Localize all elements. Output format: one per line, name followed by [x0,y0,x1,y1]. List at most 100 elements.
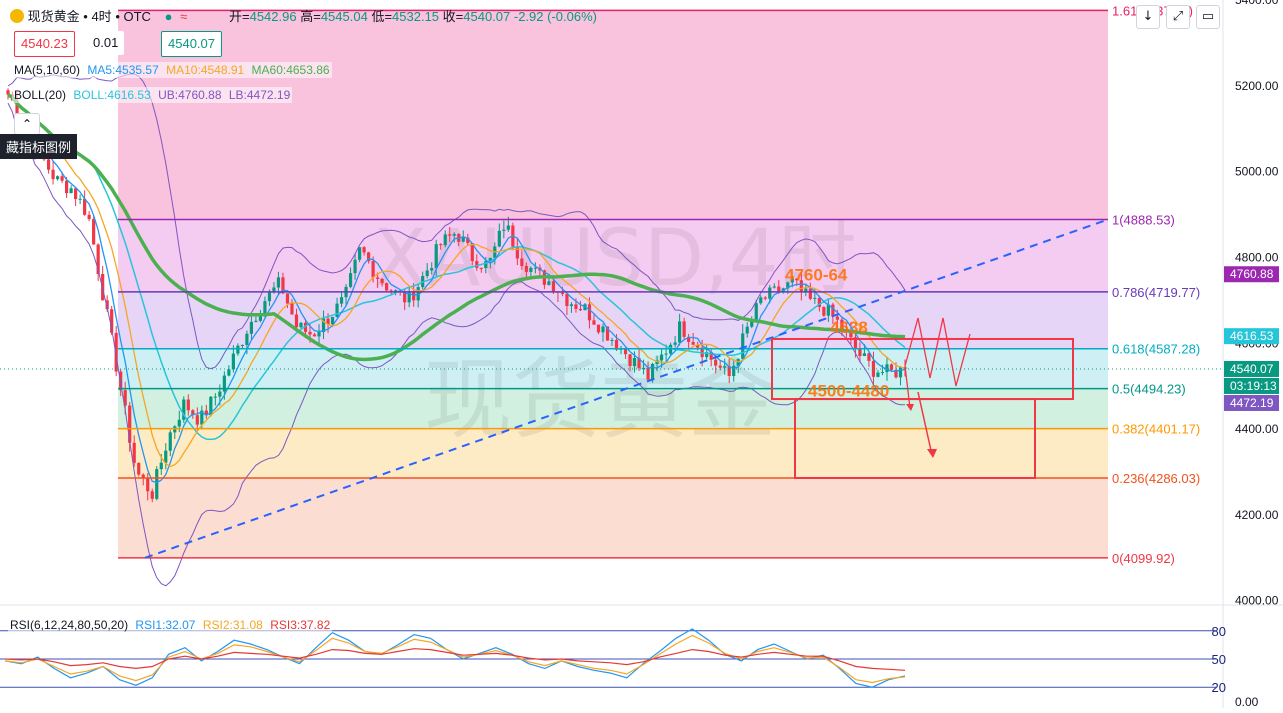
rsi-label: RSI(6,12,24,80,50,20) [10,618,129,632]
candle-body [714,359,718,366]
symbol-name[interactable]: 现货黄金 [28,9,80,24]
candle-body [348,273,353,287]
candle-body [231,353,235,370]
candle-body [285,293,290,304]
fib-band [118,477,1108,558]
data-source: OTC [123,9,151,24]
candle-body [272,287,276,292]
candle-body [592,320,596,325]
change-value: -2.92 (-0.06%) [513,9,597,24]
price-tag-label: 03:19:13 [1230,379,1277,393]
candle [182,396,186,423]
candle-body [448,234,452,236]
ma5-value: MA5:4535.57 [87,63,159,77]
candle-body [317,332,321,337]
candle-body [862,353,867,356]
price-tag-label: 4760.88 [1230,267,1274,281]
ma-label: MA(5,10,60) [14,63,81,77]
candle-body [245,333,249,345]
candle-body [276,277,281,288]
price-tick-label: 5000.00 [1235,165,1279,179]
candle-body [186,399,190,411]
fib-band [118,10,1108,220]
alert-icon[interactable]: ≈ [180,9,187,24]
candle-body [362,247,366,253]
candle-body [78,198,82,200]
candle-body [691,341,695,345]
eye-icon[interactable]: ● [165,9,173,24]
spread-value: 0.01 [87,31,125,55]
candle-body [299,322,303,328]
high-value: 4545.04 [320,9,368,24]
arrow-down-icon[interactable]: ↓ [1136,5,1160,29]
rsi-pane: 80 50 20 0.00 [0,624,1259,709]
candle [78,194,82,205]
interval[interactable]: 4时 [91,9,111,24]
candle-body [434,244,438,269]
candle-body [168,432,172,451]
gold-icon [10,9,24,23]
candle-body [678,321,682,343]
watermark-name: 现货黄金 [424,348,776,451]
ma60-value: MA60:4653.86 [251,63,330,77]
screenshot-icon[interactable]: ▭ [1196,5,1220,29]
low-value: 4532.15 [392,9,440,24]
candle-body [551,281,556,292]
candle-body [64,180,69,194]
candle [87,211,91,222]
candle-body [164,450,168,463]
separator: • [115,9,120,24]
candle-body [443,234,447,246]
expand-icon[interactable]: ⤢ [1166,5,1190,29]
candle [51,161,55,185]
candle-body [137,463,141,475]
candle-body [51,169,55,180]
price-tick-label: 4200.00 [1235,508,1279,522]
candle-body [60,176,64,181]
candle-body [804,288,808,292]
candle-body [754,303,758,320]
candle-body [132,442,136,464]
candle-body [357,247,362,260]
fib-label: 1(4888.53) [1112,212,1175,227]
candle [385,282,389,292]
candle-body [502,229,506,231]
candle-body [240,344,244,346]
candle-body [353,259,357,274]
fib-label: 0(4099.92) [1112,551,1175,566]
candle-body [385,283,389,291]
candle-body [587,304,592,321]
candle-body [263,301,267,315]
rsi-legend[interactable]: RSI(6,12,24,80,50,20) RSI1:32.07 RSI2:31… [8,617,333,633]
candle-body [249,321,254,334]
candle-body [772,286,776,288]
chart-canvas[interactable]: XAUUSD,4时现货黄金 4000.004200.004400.004600.… [0,0,1283,709]
candle-body [768,287,772,299]
rsi3-value: RSI3:37.82 [270,618,331,632]
candle-body [596,324,601,333]
separator: • [83,9,88,24]
rsi-level-label: 80 [1212,624,1226,639]
rsi-level-label: 50 [1212,652,1226,667]
boll-legend[interactable]: BOLL(20) BOLL:4616.53 UB:4760.88 LB:4472… [12,87,293,103]
price-tick-label: 4000.00 [1235,594,1279,608]
price-tick-label: 4800.00 [1235,250,1279,264]
candle-body [475,261,479,268]
rsi-axis-label: 0.00 [1235,695,1259,708]
buy-button[interactable]: 4540.07 [161,31,222,57]
ma-legend[interactable]: MA(5,10,60) MA5:4535.57 MA10:4548.91 MA6… [12,62,332,78]
candle-body [236,345,240,354]
close-value: 4540.07 [463,9,511,24]
candle-body [682,321,686,337]
candle-body [227,369,231,376]
candle-body [177,419,181,427]
collapse-legend-button[interactable]: ⌃ [14,113,40,135]
fib-label: 0.382(4401.17) [1112,422,1200,437]
candle-body [173,426,177,433]
chart-area[interactable]: XAUUSD,4时现货黄金 4000.004200.004400.004600.… [0,0,1283,709]
fib-label: 0.5(4494.23) [1112,382,1186,397]
candle-body [425,270,429,276]
sell-button[interactable]: 4540.23 [14,31,75,57]
price-tick-label: 4400.00 [1235,422,1279,436]
price-tick-label: 5200.00 [1235,79,1279,93]
